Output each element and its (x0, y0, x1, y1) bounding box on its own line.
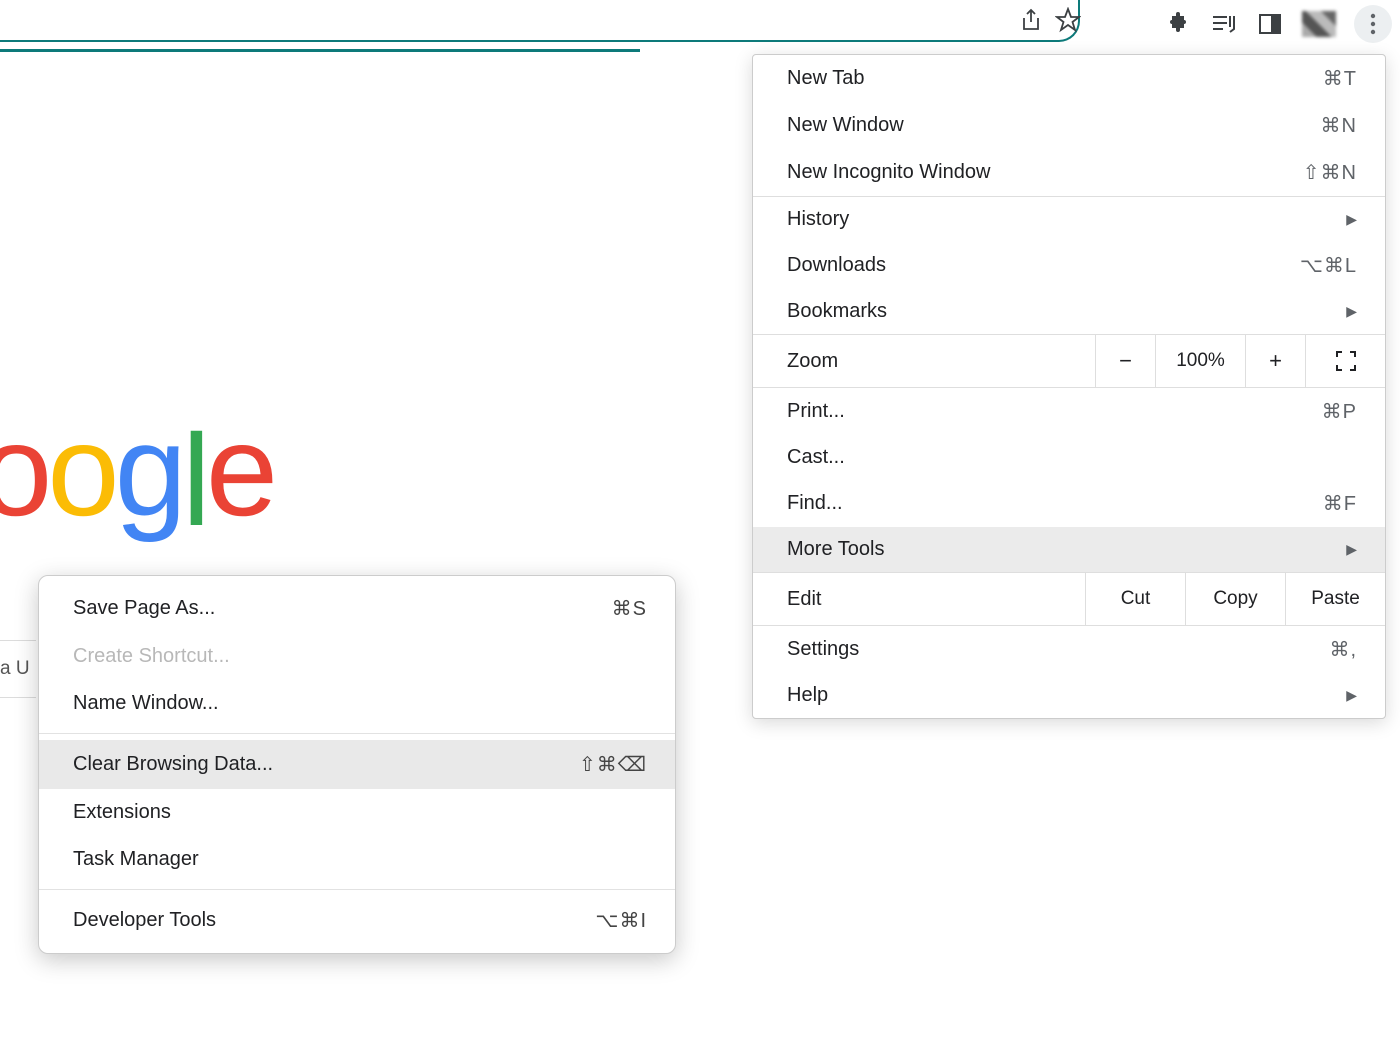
menu-label: New Tab (787, 67, 864, 90)
menu-label: Downloads (787, 254, 886, 277)
menu-new-incognito[interactable]: New Incognito Window ⇧⌘N (753, 149, 1385, 196)
menu-label: Help (787, 684, 828, 707)
menu-label: Zoom (753, 350, 1095, 373)
menu-shortcut: ⌘T (1323, 66, 1357, 91)
menu-shortcut: ⌘S (612, 596, 647, 621)
bookmark-star-icon[interactable] (1054, 6, 1082, 34)
browser-divider (0, 49, 640, 52)
menu-shortcut: ⌘, (1329, 637, 1357, 662)
menu-shortcut: ⌘N (1321, 113, 1357, 138)
menu-label: Task Manager (73, 848, 199, 871)
search-text-fragment: a U (0, 640, 36, 698)
menu-label: Save Page As... (73, 597, 215, 620)
menu-label: New Incognito Window (787, 161, 990, 184)
more-tools-submenu: Save Page As... ⌘S Create Shortcut... Na… (38, 575, 676, 954)
edit-cut-button[interactable]: Cut (1085, 573, 1185, 625)
browser-toolbar (0, 0, 1400, 46)
submenu-arrow-icon: ▶ (1346, 211, 1357, 228)
menu-label: Bookmarks (787, 300, 887, 323)
menu-divider (39, 733, 675, 734)
menu-divider (39, 889, 675, 890)
menu-shortcut: ⇧⌘N (1303, 160, 1357, 185)
menu-shortcut: ⌘P (1322, 399, 1357, 424)
zoom-level: 100% (1155, 335, 1245, 387)
menu-edit-row: Edit Cut Copy Paste (753, 572, 1385, 626)
menu-label: Developer Tools (73, 909, 216, 932)
menu-help[interactable]: Help ▶ (753, 673, 1385, 718)
fullscreen-button[interactable] (1305, 335, 1385, 387)
menu-label: Print... (787, 400, 845, 423)
share-icon[interactable] (1017, 6, 1045, 34)
menu-more-tools[interactable]: More Tools ▶ (753, 527, 1385, 572)
menu-label: Create Shortcut... (73, 645, 230, 668)
menu-label: Name Window... (73, 692, 219, 715)
menu-settings[interactable]: Settings ⌘, (753, 626, 1385, 673)
menu-shortcut: ⌘F (1323, 491, 1357, 516)
submenu-arrow-icon: ▶ (1346, 303, 1357, 320)
submenu-arrow-icon: ▶ (1346, 687, 1357, 704)
menu-shortcut: ⌥⌘I (595, 908, 647, 933)
submenu-clear-browsing-data[interactable]: Clear Browsing Data... ⇧⌘⌫ (39, 740, 675, 789)
submenu-create-shortcut: Create Shortcut... (39, 633, 675, 680)
main-menu-button[interactable] (1354, 5, 1392, 43)
menu-label: Settings (787, 638, 859, 661)
menu-shortcut: ⇧⌘⌫ (579, 752, 647, 777)
menu-history[interactable]: History ▶ (753, 197, 1385, 242)
google-logo: oogle (0, 395, 273, 545)
menu-cast[interactable]: Cast... (753, 435, 1385, 480)
menu-new-tab[interactable]: New Tab ⌘T (753, 55, 1385, 102)
menu-print[interactable]: Print... ⌘P (753, 388, 1385, 435)
menu-downloads[interactable]: Downloads ⌥⌘L (753, 242, 1385, 289)
menu-label: Cast... (787, 446, 845, 469)
reading-list-icon[interactable] (1210, 10, 1238, 38)
submenu-name-window[interactable]: Name Window... (39, 680, 675, 727)
menu-bookmarks[interactable]: Bookmarks ▶ (753, 289, 1385, 334)
edit-paste-button[interactable]: Paste (1285, 573, 1385, 625)
profile-avatar[interactable] (1302, 11, 1336, 37)
menu-label: More Tools (787, 538, 884, 561)
menu-label: New Window (787, 114, 904, 137)
menu-label: Clear Browsing Data... (73, 753, 273, 776)
menu-find[interactable]: Find... ⌘F (753, 480, 1385, 527)
submenu-extensions[interactable]: Extensions (39, 789, 675, 836)
menu-label: History (787, 208, 849, 231)
submenu-task-manager[interactable]: Task Manager (39, 836, 675, 883)
extensions-icon[interactable] (1164, 10, 1192, 38)
edit-copy-button[interactable]: Copy (1185, 573, 1285, 625)
side-panel-icon[interactable] (1256, 10, 1284, 38)
menu-label: Extensions (73, 801, 171, 824)
submenu-save-page-as[interactable]: Save Page As... ⌘S (39, 584, 675, 633)
zoom-in-button[interactable]: + (1245, 335, 1305, 387)
address-bar[interactable] (0, 0, 1080, 42)
menu-label: Edit (753, 588, 1085, 611)
menu-shortcut: ⌥⌘L (1300, 253, 1357, 278)
menu-zoom-row: Zoom − 100% + (753, 334, 1385, 388)
menu-label: Find... (787, 492, 843, 515)
menu-new-window[interactable]: New Window ⌘N (753, 102, 1385, 149)
submenu-developer-tools[interactable]: Developer Tools ⌥⌘I (39, 896, 675, 945)
submenu-arrow-icon: ▶ (1346, 541, 1357, 558)
zoom-out-button[interactable]: − (1095, 335, 1155, 387)
chrome-main-menu: New Tab ⌘T New Window ⌘N New Incognito W… (752, 54, 1386, 719)
